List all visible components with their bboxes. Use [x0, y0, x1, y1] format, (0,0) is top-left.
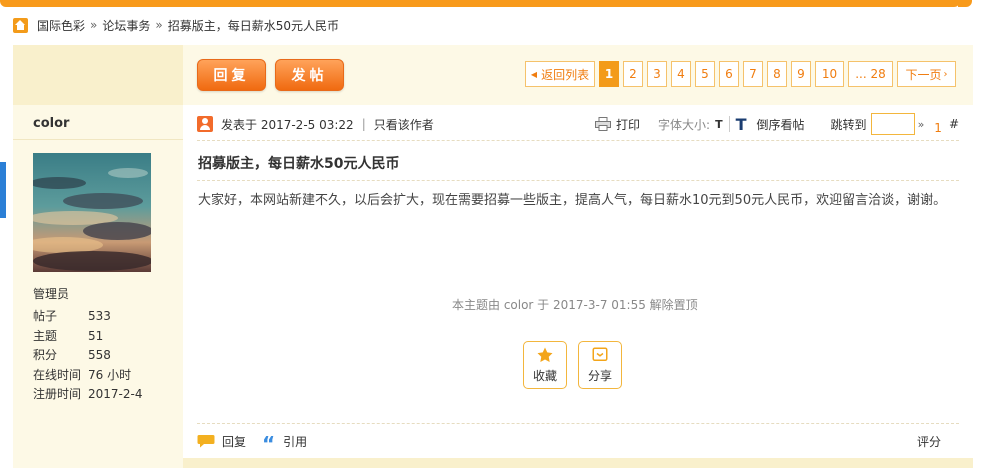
- divider: [197, 423, 959, 424]
- post-title: 招募版主，每日薪水50元人民币: [198, 156, 400, 172]
- page-last[interactable]: ... 28: [848, 61, 893, 87]
- moderation-notice: 本主题由 color 于 2017-3-7 01:55 解除置顶: [452, 298, 698, 312]
- share-label: 分享: [587, 369, 612, 383]
- share-button[interactable]: 分享: [578, 341, 622, 389]
- stat-label: 注册时间: [33, 387, 82, 401]
- home-icon[interactable]: [13, 17, 28, 33]
- stat-row: 注册时间 2017-2-4: [33, 385, 142, 405]
- quote-link[interactable]: “ 引用: [262, 428, 307, 454]
- printer-icon: [595, 117, 612, 131]
- author-role: 管理员: [33, 287, 70, 301]
- font-large-button[interactable]: T: [736, 115, 747, 134]
- stat-value: 2017-2-4: [88, 387, 143, 401]
- meta-separator: |: [361, 117, 366, 131]
- post-content: 大家好，本网站新建不久，以后会扩大，现在需要招募一些版主，提高人气，每日薪水10…: [198, 193, 947, 208]
- page-10[interactable]: 10: [815, 61, 844, 87]
- breadcrumb-item-thread[interactable]: 招募版主，每日薪水50元人民币: [168, 17, 339, 34]
- pagination: ◀ 返回列表 1 2 3 4 5 6 7 8 9 10 ... 28 下一页 ›: [525, 61, 956, 87]
- page-4[interactable]: 4: [671, 61, 691, 87]
- rate-link[interactable]: 评分: [917, 433, 941, 450]
- user-icon: [197, 116, 213, 132]
- jump-floor-input[interactable]: [870, 113, 915, 135]
- post-meta-bar: 发表于 2017-2-5 03:22 | 只看该作者 打印 字体大小: T T …: [197, 112, 959, 136]
- star-icon: [537, 347, 553, 362]
- page-2[interactable]: 2: [623, 61, 643, 87]
- chevron-right-icon: ›: [943, 68, 948, 80]
- author-stats: 帖子 533 主题 51 积分 558 在线时间 76 小时 注册时间 2017-2-4: [33, 307, 142, 405]
- post-bottom-strip: [183, 458, 973, 468]
- page-8[interactable]: 8: [767, 61, 787, 87]
- breadcrumb-separator: »: [90, 18, 98, 32]
- font-small-button[interactable]: T: [715, 118, 723, 131]
- stat-row: 在线时间 76 小时: [33, 366, 142, 386]
- stat-value[interactable]: 51: [88, 327, 103, 347]
- share-icon: [592, 347, 608, 361]
- stat-row: 主题 51: [33, 327, 142, 347]
- floor-number[interactable]: 1: [934, 121, 942, 135]
- new-post-button[interactable]: 发帖: [275, 59, 344, 91]
- side-feedback-tab[interactable]: [0, 162, 6, 218]
- breadcrumb: 国际色彩 » 论坛事务 » 招募版主，每日薪水50元人民币: [13, 16, 339, 34]
- page-3[interactable]: 3: [647, 61, 667, 87]
- favorite-label: 收藏: [532, 369, 557, 383]
- author-name[interactable]: color: [33, 116, 69, 131]
- post-footer: 回复 “ 引用 评分: [197, 432, 959, 454]
- next-page-label: 下一页: [905, 67, 942, 82]
- floor-hash: #: [948, 117, 959, 131]
- stat-label: 主题: [33, 328, 58, 343]
- only-author-link[interactable]: 只看该作者: [374, 116, 434, 133]
- reverse-order-link[interactable]: 倒序看帖: [757, 116, 805, 133]
- stat-row: 帖子 533: [33, 307, 142, 327]
- jump-go-button[interactable]: »: [918, 118, 925, 131]
- back-to-list-label: 返回列表: [541, 67, 590, 82]
- post-date: 发表于 2017-2-5 03:22: [221, 117, 354, 132]
- breadcrumb-item-board[interactable]: 论坛事务: [102, 17, 150, 34]
- stat-label: 在线时间: [33, 367, 82, 382]
- print-label: 打印: [616, 117, 641, 132]
- divider: [197, 140, 959, 141]
- reply-label: 回复: [222, 434, 247, 449]
- font-size-label: 字体大小:: [658, 117, 711, 132]
- chevron-left-icon: ◀: [530, 69, 538, 79]
- author-column-header: [13, 45, 183, 105]
- print-link[interactable]: 打印: [595, 116, 640, 133]
- quote-icon: “: [262, 432, 276, 456]
- favorite-button[interactable]: 收藏: [523, 341, 567, 389]
- quote-label: 引用: [283, 434, 308, 449]
- next-page-button[interactable]: 下一页 ›: [897, 61, 956, 87]
- back-to-list-button[interactable]: ◀ 返回列表: [525, 61, 595, 87]
- stat-row: 积分 558: [33, 346, 142, 366]
- avatar[interactable]: [33, 153, 151, 272]
- stat-value[interactable]: 533: [88, 307, 111, 327]
- top-orange-bar: [0, 0, 960, 7]
- reply-button[interactable]: 回复: [197, 59, 266, 91]
- stat-label: 积分: [33, 348, 58, 362]
- top-orange-bar-end: [958, 0, 972, 7]
- reply-bubble-icon: [197, 435, 215, 448]
- font-divider: [728, 116, 730, 132]
- page-7[interactable]: 7: [743, 61, 763, 87]
- page-5[interactable]: 5: [695, 61, 715, 87]
- page-1[interactable]: 1: [599, 61, 619, 87]
- page-6[interactable]: 6: [719, 61, 739, 87]
- jump-label: 跳转到: [830, 117, 867, 132]
- reply-link[interactable]: 回复: [197, 433, 246, 450]
- author-divider: [13, 139, 183, 140]
- stat-value: 558: [88, 348, 111, 362]
- page-9[interactable]: 9: [791, 61, 811, 87]
- breadcrumb-item-forum[interactable]: 国际色彩: [37, 17, 85, 34]
- stat-value: 76 小时: [88, 367, 132, 382]
- breadcrumb-separator: »: [155, 18, 163, 32]
- stat-label: 帖子: [33, 309, 58, 323]
- divider: [197, 180, 959, 181]
